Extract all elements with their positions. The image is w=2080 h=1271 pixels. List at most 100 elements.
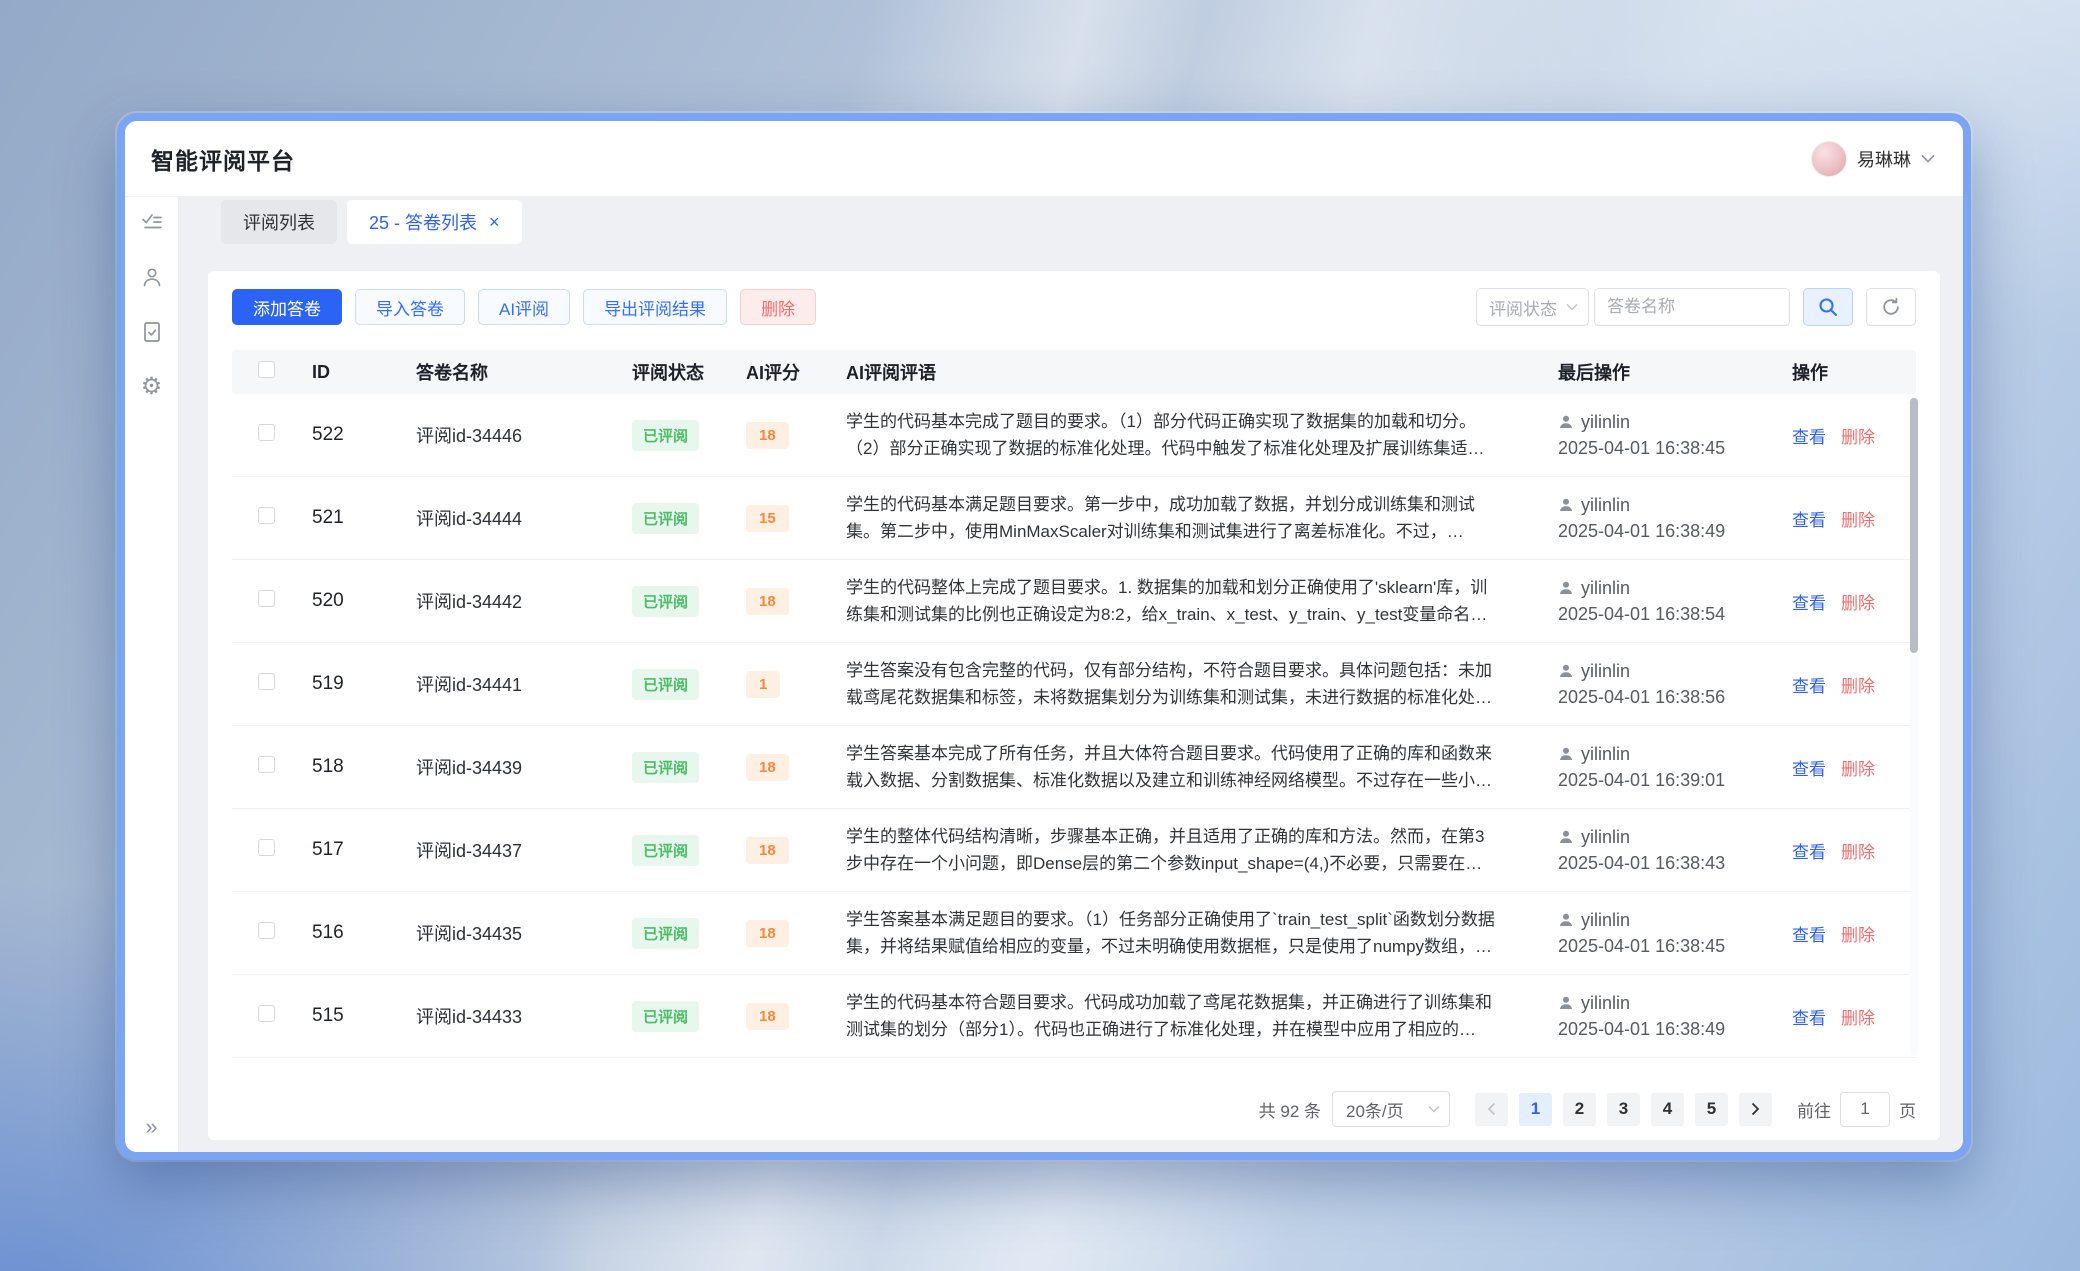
refresh-icon bbox=[1881, 297, 1901, 317]
row-last-operation: yilinlin 2025-04-01 16:38:45 bbox=[1534, 910, 1768, 957]
gear-icon[interactable]: ⚙ bbox=[139, 374, 165, 400]
search-button[interactable] bbox=[1803, 288, 1853, 326]
operator-name: yilinlin bbox=[1581, 412, 1630, 433]
scrollbar-thumb[interactable] bbox=[1910, 398, 1918, 653]
status-badge: 已评阅 bbox=[632, 503, 699, 534]
delete-button[interactable]: 删除 bbox=[740, 289, 816, 325]
row-id: 520 bbox=[288, 590, 392, 612]
view-link[interactable]: 查看 bbox=[1792, 506, 1826, 531]
page-size-select[interactable]: 20条/页 bbox=[1332, 1091, 1450, 1127]
row-checkbox[interactable] bbox=[258, 507, 275, 524]
row-comment: 学生答案没有包含完整的代码，仅有部分结构，不符合题目要求。具体问题包括：未加载鸢… bbox=[822, 657, 1534, 711]
operator-name: yilinlin bbox=[1581, 578, 1630, 599]
score-badge: 18 bbox=[746, 422, 789, 449]
avatar[interactable] bbox=[1811, 141, 1847, 177]
row-name: 评阅id-34441 bbox=[392, 671, 608, 697]
page-button-4[interactable]: 4 bbox=[1651, 1093, 1684, 1126]
view-link[interactable]: 查看 bbox=[1792, 921, 1826, 946]
table-row: 519 评阅id-34441 已评阅 1 学生答案没有包含完整的代码，仅有部分结… bbox=[232, 643, 1916, 726]
answers-table: ID 答卷名称 评阅状态 AI评分 AI评阅评语 最后操作 操作 522 评阅i… bbox=[232, 350, 1916, 1058]
table-row: 521 评阅id-34444 已评阅 15 学生的代码基本满足题目要求。第一步中… bbox=[232, 477, 1916, 560]
row-checkbox[interactable] bbox=[258, 756, 275, 773]
goto-label: 前往 bbox=[1797, 1097, 1831, 1122]
user-icon[interactable] bbox=[139, 264, 165, 290]
app-window: 智能评阅平台 易琳琳 ⚙ » 评阅列表 bbox=[117, 113, 1971, 1160]
add-answer-button[interactable]: 添加答卷 bbox=[232, 289, 342, 325]
operator-icon bbox=[1558, 746, 1574, 762]
next-page-button[interactable] bbox=[1739, 1093, 1772, 1126]
toolbar: 添加答卷 导入答卷 AI评阅 导出评阅结果 删除 评阅状态 bbox=[232, 288, 1916, 326]
col-score: AI评分 bbox=[722, 359, 822, 385]
delete-link[interactable]: 删除 bbox=[1841, 423, 1875, 448]
row-checkbox[interactable] bbox=[258, 1005, 275, 1022]
operator-name: yilinlin bbox=[1581, 495, 1630, 516]
vertical-scrollbar[interactable] bbox=[1910, 396, 1918, 1056]
row-id: 519 bbox=[288, 673, 392, 695]
chevron-right-icon bbox=[1751, 1102, 1760, 1116]
row-last-operation: yilinlin 2025-04-01 16:38:49 bbox=[1534, 495, 1768, 542]
refresh-button[interactable] bbox=[1866, 288, 1916, 326]
operator-name: yilinlin bbox=[1581, 910, 1630, 931]
view-link[interactable]: 查看 bbox=[1792, 755, 1826, 780]
view-link[interactable]: 查看 bbox=[1792, 423, 1826, 448]
tab-bar: 评阅列表 25 - 答卷列表 × bbox=[221, 200, 1940, 244]
operator-name: yilinlin bbox=[1581, 827, 1630, 848]
status-badge: 已评阅 bbox=[632, 669, 699, 700]
delete-link[interactable]: 删除 bbox=[1841, 921, 1875, 946]
col-action: 操作 bbox=[1768, 359, 1916, 385]
export-result-button[interactable]: 导出评阅结果 bbox=[583, 289, 727, 325]
row-comment: 学生的代码基本完成了题目的要求。（1）部分代码正确实现了数据集的加载和切分。（2… bbox=[822, 408, 1534, 462]
user-menu[interactable]: 易琳琳 bbox=[1811, 141, 1935, 177]
content-area: 评阅列表 25 - 答卷列表 × 添加答卷 导入答卷 AI评阅 导出评阅结果 删… bbox=[179, 197, 1963, 1152]
score-badge: 15 bbox=[746, 505, 789, 532]
view-link[interactable]: 查看 bbox=[1792, 838, 1826, 863]
main-panel: 添加答卷 导入答卷 AI评阅 导出评阅结果 删除 评阅状态 bbox=[208, 271, 1940, 1140]
delete-link[interactable]: 删除 bbox=[1841, 1004, 1875, 1029]
page-button-2[interactable]: 2 bbox=[1563, 1093, 1596, 1126]
row-checkbox[interactable] bbox=[258, 673, 275, 690]
row-id: 515 bbox=[288, 1005, 392, 1027]
goto-page-input[interactable] bbox=[1840, 1092, 1890, 1127]
close-icon[interactable]: × bbox=[489, 213, 500, 231]
document-check-icon[interactable] bbox=[139, 319, 165, 345]
delete-link[interactable]: 删除 bbox=[1841, 506, 1875, 531]
row-last-operation: yilinlin 2025-04-01 16:38:43 bbox=[1534, 827, 1768, 874]
row-checkbox[interactable] bbox=[258, 922, 275, 939]
tab-review-list[interactable]: 评阅列表 bbox=[221, 200, 337, 244]
delete-link[interactable]: 删除 bbox=[1841, 672, 1875, 697]
delete-link[interactable]: 删除 bbox=[1841, 755, 1875, 780]
status-select[interactable]: 评阅状态 bbox=[1476, 288, 1589, 326]
table-body: 522 评阅id-34446 已评阅 18 学生的代码基本完成了题目的要求。（1… bbox=[232, 394, 1916, 1058]
col-last-op: 最后操作 bbox=[1534, 359, 1768, 385]
ai-review-button[interactable]: AI评阅 bbox=[478, 289, 570, 325]
row-checkbox[interactable] bbox=[258, 839, 275, 856]
view-link[interactable]: 查看 bbox=[1792, 589, 1826, 614]
row-name: 评阅id-34437 bbox=[392, 837, 608, 863]
view-link[interactable]: 查看 bbox=[1792, 672, 1826, 697]
import-answer-button[interactable]: 导入答卷 bbox=[355, 289, 465, 325]
page-button-3[interactable]: 3 bbox=[1607, 1093, 1640, 1126]
row-checkbox[interactable] bbox=[258, 590, 275, 607]
col-status: 评阅状态 bbox=[608, 359, 722, 385]
row-comment: 学生答案基本满足题目的要求。（1）任务部分正确使用了`train_test_sp… bbox=[822, 906, 1534, 960]
tab-answer-list[interactable]: 25 - 答卷列表 × bbox=[347, 200, 522, 244]
row-id: 518 bbox=[288, 756, 392, 778]
page-button-5[interactable]: 5 bbox=[1695, 1093, 1728, 1126]
view-link[interactable]: 查看 bbox=[1792, 1004, 1826, 1029]
answer-name-input[interactable] bbox=[1594, 288, 1790, 326]
prev-page-button[interactable] bbox=[1475, 1093, 1508, 1126]
delete-link[interactable]: 删除 bbox=[1841, 838, 1875, 863]
sidebar-expand-icon[interactable]: » bbox=[125, 1114, 178, 1140]
operation-time: 2025-04-01 16:38:49 bbox=[1558, 521, 1768, 542]
table-row: 520 评阅id-34442 已评阅 18 学生的代码整体上完成了题目要求。1.… bbox=[232, 560, 1916, 643]
row-name: 评阅id-34439 bbox=[392, 754, 608, 780]
row-id: 516 bbox=[288, 922, 392, 944]
table-row: 518 评阅id-34439 已评阅 18 学生答案基本完成了所有任务，并且大体… bbox=[232, 726, 1916, 809]
row-checkbox[interactable] bbox=[258, 424, 275, 441]
select-all-checkbox[interactable] bbox=[258, 361, 275, 378]
checklist-icon[interactable] bbox=[139, 209, 165, 235]
pagination: 共 92 条 20条/页 1 2 3 4 5 bbox=[232, 1091, 1916, 1127]
page-button-1[interactable]: 1 bbox=[1519, 1093, 1552, 1126]
row-name: 评阅id-34433 bbox=[392, 1003, 608, 1029]
delete-link[interactable]: 删除 bbox=[1841, 589, 1875, 614]
